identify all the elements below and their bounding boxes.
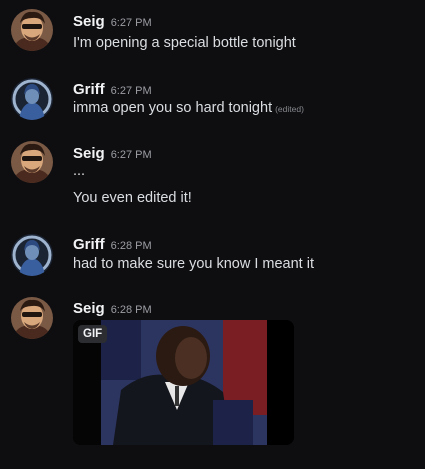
message-body: imma open you so hard tonight: [73, 100, 273, 116]
message-text: ...: [73, 163, 86, 179]
seig-avatar[interactable]: [11, 141, 53, 183]
chat-messages: Seig 6:27 PM I'm opening a special bottle…: [0, 0, 425, 469]
message-text: You even edited it!: [73, 190, 192, 206]
message-header: Seig 6:28 PM: [73, 298, 152, 317]
message-text: I'm opening a special bottle tonight: [73, 35, 296, 51]
cartoon-man-avatar-icon: [11, 141, 53, 183]
cartoon-man-avatar-icon: [11, 297, 53, 339]
timestamp: 6:27 PM: [110, 85, 152, 97]
timestamp: 6:28 PM: [110, 304, 152, 316]
message-header: Seig 6:27 PM: [73, 11, 152, 30]
edited-label: (edited): [275, 104, 304, 114]
author-name[interactable]: Seig: [73, 13, 105, 30]
message-header: Griff 6:28 PM: [73, 234, 152, 253]
timestamp: 6:27 PM: [110, 17, 152, 29]
griff-avatar[interactable]: [11, 78, 53, 120]
message-text: had to make sure you know I meant it: [73, 256, 314, 272]
griff-avatar[interactable]: [11, 234, 53, 276]
author-name[interactable]: Seig: [73, 145, 105, 162]
message-header: Seig 6:27 PM: [73, 143, 152, 162]
author-name[interactable]: Seig: [73, 300, 105, 317]
timestamp: 6:27 PM: [110, 149, 152, 161]
seig-avatar[interactable]: [11, 297, 53, 339]
gif-embed[interactable]: GIF: [73, 320, 294, 445]
cartoon-man-avatar-icon: [11, 9, 53, 51]
message-header: Griff 6:27 PM: [73, 79, 152, 98]
gif-tag: GIF: [78, 325, 108, 343]
seig-avatar[interactable]: [11, 9, 53, 51]
message-text: imma open you so hard tonight (edited): [73, 100, 304, 116]
timestamp: 6:28 PM: [110, 240, 152, 252]
blue-robed-figure-avatar-icon: [11, 78, 53, 120]
author-name[interactable]: Griff: [73, 81, 105, 98]
author-name[interactable]: Griff: [73, 236, 105, 253]
blue-robed-figure-avatar-icon: [11, 234, 53, 276]
